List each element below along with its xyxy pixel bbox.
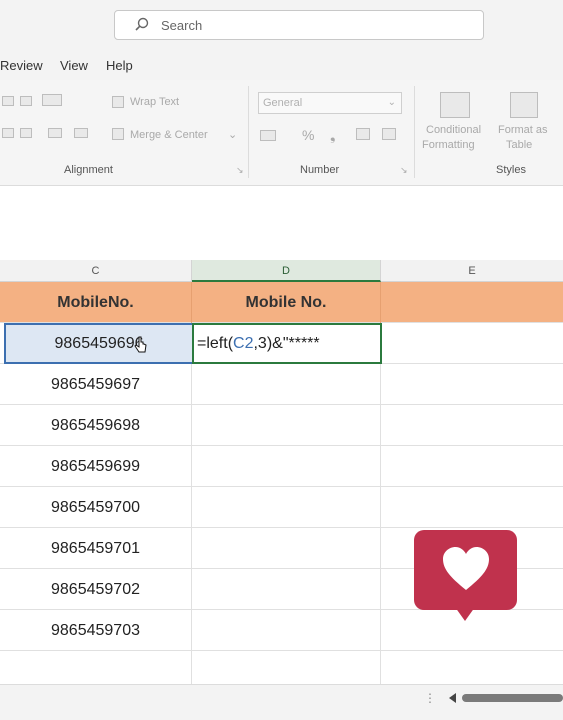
horizontal-scrollbar-thumb[interactable] xyxy=(462,694,563,702)
formula-suffix: ,3)&"***** xyxy=(253,335,320,352)
ribbon-divider xyxy=(248,86,249,178)
cell-c4[interactable]: 9865459698 xyxy=(0,405,192,446)
cell-c6[interactable]: 9865459700 xyxy=(0,487,192,528)
cell-d8[interactable] xyxy=(192,569,381,610)
table-row: 9865459699 xyxy=(0,446,563,487)
number-group-label: Number xyxy=(300,164,340,176)
formula-prefix: =left( xyxy=(197,335,234,352)
table-row: 9865459698 xyxy=(0,405,563,446)
conditional-formatting-button[interactable]: Conditional xyxy=(426,124,481,136)
orientation-icon[interactable] xyxy=(42,94,62,106)
merge-center-button[interactable]: Merge & Center xyxy=(130,129,208,141)
cell-c9[interactable]: 9865459703 xyxy=(0,610,192,651)
header-cell-c[interactable]: MobileNo. xyxy=(0,282,192,323)
formula-cell-reference: C2 xyxy=(233,335,254,352)
format-as-table-button-line2[interactable]: Table xyxy=(506,139,532,151)
percent-style-icon[interactable]: % xyxy=(302,127,314,143)
table-row: 9865459703 xyxy=(0,610,563,651)
conditional-formatting-icon xyxy=(440,92,470,118)
sheet-splitter-icon[interactable]: ⋮ xyxy=(424,691,436,705)
ribbon-divider xyxy=(414,86,415,178)
number-format-dropdown[interactable]: General ⌄ xyxy=(258,92,402,114)
wrap-text-button[interactable]: Wrap Text xyxy=(130,96,179,108)
cell-c8[interactable]: 9865459702 xyxy=(0,569,192,610)
cell-d5[interactable] xyxy=(192,446,381,487)
comma-style-icon[interactable]: ❟ xyxy=(330,127,336,144)
decrease-decimal-icon[interactable] xyxy=(382,128,396,140)
cell-c2[interactable]: 9865459696 xyxy=(4,323,194,364)
column-header-c[interactable]: C xyxy=(0,260,192,282)
format-as-table-icon xyxy=(510,92,538,118)
table-row: 9865459697 xyxy=(0,364,563,405)
table-header-row: MobileNo. Mobile No. xyxy=(0,282,563,323)
cursor-icon xyxy=(134,336,147,353)
merge-center-icon xyxy=(112,128,124,140)
wrap-text-icon xyxy=(112,96,124,108)
column-header-row: C D E xyxy=(0,260,563,282)
accounting-format-icon[interactable] xyxy=(260,130,276,141)
cell-d7[interactable] xyxy=(192,528,381,569)
heart-icon xyxy=(443,547,489,590)
menu-help[interactable]: Help xyxy=(106,58,133,73)
menu-review[interactable]: Review xyxy=(0,58,43,73)
cell-d2-formula-editor[interactable]: =left(C2,3)&"***** xyxy=(192,323,382,364)
header-cell-e[interactable] xyxy=(381,282,563,323)
align-right-icon[interactable] xyxy=(20,128,32,138)
column-header-d[interactable]: D xyxy=(192,260,381,282)
search-box[interactable]: Search xyxy=(114,10,484,40)
table-row: 9865459700 xyxy=(0,487,563,528)
number-launcher-icon[interactable]: ↘ xyxy=(400,165,408,176)
align-justify-icon[interactable] xyxy=(2,128,14,138)
scroll-left-arrow-icon[interactable] xyxy=(449,693,456,703)
cell-d4[interactable] xyxy=(192,405,381,446)
formula-area xyxy=(0,187,563,255)
like-badge-pointer xyxy=(455,607,475,621)
alignment-launcher-icon[interactable]: ↘ xyxy=(236,165,244,176)
increase-decimal-icon[interactable] xyxy=(356,128,370,140)
status-bar: ⋮ xyxy=(0,684,563,720)
merge-dropdown-icon[interactable]: ⌄ xyxy=(228,128,237,141)
ribbon: Wrap Text Merge & Center ⌄ Alignment ↘ G… xyxy=(0,80,563,186)
cell-d3[interactable] xyxy=(192,364,381,405)
header-cell-d[interactable]: Mobile No. xyxy=(192,282,381,323)
cell-c7[interactable]: 9865459701 xyxy=(0,528,192,569)
align-left-icon[interactable] xyxy=(2,96,14,106)
column-header-e[interactable]: E xyxy=(381,260,563,282)
spreadsheet-grid: MobileNo. Mobile No. 9865459696 =left(C2… xyxy=(0,282,563,692)
cell-c3[interactable]: 9865459697 xyxy=(0,364,192,405)
search-icon xyxy=(135,17,149,31)
menu-bar: Review View Help xyxy=(0,50,563,80)
format-as-table-button[interactable]: Format as xyxy=(498,124,548,136)
increase-indent-icon[interactable] xyxy=(74,128,88,138)
cell-value: 9865459696 xyxy=(54,335,144,352)
table-row: 9865459696 =left(C2,3)&"***** xyxy=(0,323,563,364)
search-placeholder: Search xyxy=(161,18,203,33)
cell-d9[interactable] xyxy=(192,610,381,651)
decrease-indent-icon[interactable] xyxy=(48,128,62,138)
cell-c5[interactable]: 9865459699 xyxy=(0,446,192,487)
styles-group-label: Styles xyxy=(496,164,526,176)
alignment-group-label: Alignment xyxy=(64,164,113,176)
like-badge xyxy=(414,530,517,610)
number-format-value: General xyxy=(263,97,303,109)
chevron-down-icon: ⌄ xyxy=(387,97,396,108)
menu-view[interactable]: View xyxy=(60,58,88,73)
title-bar: Search xyxy=(0,0,563,50)
cell-d6[interactable] xyxy=(192,487,381,528)
conditional-formatting-button-line2[interactable]: Formatting xyxy=(422,139,475,151)
align-center-icon[interactable] xyxy=(20,96,32,106)
